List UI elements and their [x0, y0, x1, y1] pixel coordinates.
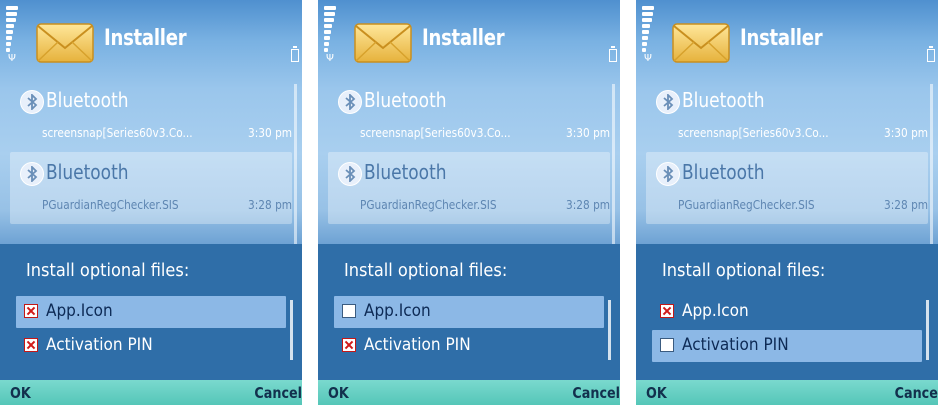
message-list: Bluetooth screensnap[Series60v3.Co... 3:… — [10, 80, 292, 224]
list-item[interactable]: Bluetooth PGuardianRegChecker.SIS 3:28 p… — [646, 152, 928, 224]
ok-softkey[interactable]: OK — [10, 384, 31, 402]
bluetooth-icon — [20, 162, 44, 186]
option-activation-pin[interactable]: Activation PIN — [652, 330, 922, 362]
message-list: Bluetooth screensnap[Series60v3.Co... 3:… — [328, 80, 610, 224]
bluetooth-icon — [656, 90, 680, 114]
message-time: 3:28 pm — [883, 198, 928, 212]
dialog-scrollbar[interactable] — [290, 300, 293, 360]
dialog-title: Install optional files: — [662, 260, 826, 281]
ok-softkey[interactable]: OK — [646, 384, 667, 402]
option-label: App.Icon — [364, 301, 431, 321]
bluetooth-icon — [656, 162, 680, 186]
option-app-icon[interactable]: App.Icon — [334, 296, 604, 328]
envelope-icon — [36, 23, 94, 63]
message-sender: Bluetooth — [364, 160, 447, 184]
battery-icon — [927, 46, 935, 62]
cancel-softkey[interactable]: Cance — [895, 384, 938, 402]
envelope-icon — [354, 23, 412, 63]
message-sender: Bluetooth — [682, 160, 765, 184]
antenna-icon: Ψ — [644, 53, 652, 64]
message-sender: Bluetooth — [46, 88, 129, 112]
message-time: 3:28 pm — [565, 198, 610, 212]
checkbox-checked-icon[interactable] — [24, 304, 38, 318]
dialog-title: Install optional files: — [26, 260, 190, 281]
app-title: Installer — [422, 26, 505, 51]
message-sender: Bluetooth — [46, 160, 129, 184]
message-sender: Bluetooth — [682, 88, 765, 112]
dialog-scrollbar[interactable] — [926, 300, 929, 360]
signal-strength-icon — [324, 6, 338, 58]
list-item[interactable]: Bluetooth PGuardianRegChecker.SIS 3:28 p… — [328, 152, 610, 224]
message-filename: screensnap[Series60v3.Co... — [360, 126, 511, 140]
install-options-dialog: Install optional files: App.Icon Activat… — [318, 244, 620, 380]
bluetooth-icon — [338, 90, 362, 114]
signal-strength-icon — [6, 6, 20, 58]
message-time: 3:30 pm — [883, 126, 928, 140]
checkbox-unchecked-icon[interactable] — [660, 338, 674, 352]
ok-softkey[interactable]: OK — [328, 384, 349, 402]
option-label: App.Icon — [46, 301, 113, 321]
antenna-icon: Ψ — [326, 53, 334, 64]
message-filename: PGuardianRegChecker.SIS — [360, 198, 497, 212]
option-label: App.Icon — [682, 301, 749, 321]
dialog-scrollbar[interactable] — [608, 300, 611, 360]
option-app-icon[interactable]: App.Icon — [16, 296, 286, 328]
message-filename: screensnap[Series60v3.Co... — [678, 126, 829, 140]
phone-screen-2: Ψ Installer Bluetooth screensnap[Series6… — [318, 0, 620, 405]
signal-strength-icon — [642, 6, 656, 58]
option-activation-pin[interactable]: Activation PIN — [16, 330, 286, 362]
message-time: 3:30 pm — [247, 126, 292, 140]
checkbox-checked-icon[interactable] — [24, 338, 38, 352]
softkey-bar: OK Cance — [636, 380, 938, 405]
checkbox-unchecked-icon[interactable] — [342, 304, 356, 318]
list-item[interactable]: Bluetooth PGuardianRegChecker.SIS 3:28 p… — [10, 152, 292, 224]
message-filename: screensnap[Series60v3.Co... — [42, 126, 193, 140]
message-list: Bluetooth screensnap[Series60v3.Co... 3:… — [646, 80, 928, 224]
list-scrollbar[interactable] — [294, 84, 297, 254]
cancel-softkey[interactable]: Cancel — [254, 384, 302, 402]
option-activation-pin[interactable]: Activation PIN — [334, 330, 604, 362]
phone-screen-3: Ψ Installer Bluetooth screensnap[Series6… — [636, 0, 938, 405]
list-scrollbar[interactable] — [930, 84, 933, 254]
softkey-bar: OK Cancel — [318, 380, 620, 405]
message-filename: PGuardianRegChecker.SIS — [42, 198, 179, 212]
dialog-title: Install optional files: — [344, 260, 508, 281]
message-sender: Bluetooth — [364, 88, 447, 112]
checkbox-checked-icon[interactable] — [660, 304, 674, 318]
message-filename: PGuardianRegChecker.SIS — [678, 198, 815, 212]
app-title: Installer — [740, 26, 823, 51]
cancel-softkey[interactable]: Cancel — [572, 384, 620, 402]
install-options-dialog: Install optional files: App.Icon Activat… — [0, 244, 302, 380]
bluetooth-icon — [338, 162, 362, 186]
app-title: Installer — [104, 26, 187, 51]
envelope-icon — [672, 23, 730, 63]
option-label: Activation PIN — [364, 335, 471, 355]
softkey-bar: OK Cancel — [0, 380, 302, 405]
battery-icon — [291, 46, 299, 62]
message-time: 3:30 pm — [565, 126, 610, 140]
list-item[interactable]: Bluetooth screensnap[Series60v3.Co... 3:… — [328, 80, 610, 152]
checkbox-checked-icon[interactable] — [342, 338, 356, 352]
antenna-icon: Ψ — [8, 53, 16, 64]
option-label: Activation PIN — [682, 335, 789, 355]
list-item[interactable]: Bluetooth screensnap[Series60v3.Co... 3:… — [646, 80, 928, 152]
list-scrollbar[interactable] — [612, 84, 615, 254]
bluetooth-icon — [20, 90, 44, 114]
install-options-dialog: Install optional files: App.Icon Activat… — [636, 244, 938, 380]
option-label: Activation PIN — [46, 335, 153, 355]
phone-screen-1: Ψ Installer Bluetooth screensnap[Series6… — [0, 0, 302, 405]
list-item[interactable]: Bluetooth screensnap[Series60v3.Co... 3:… — [10, 80, 292, 152]
battery-icon — [609, 46, 617, 62]
option-app-icon[interactable]: App.Icon — [652, 296, 922, 328]
message-time: 3:28 pm — [247, 198, 292, 212]
